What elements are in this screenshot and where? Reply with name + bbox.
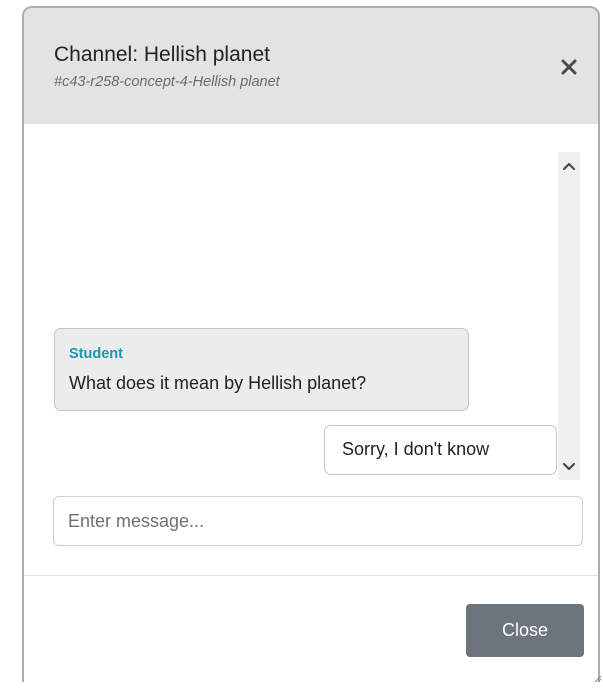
resize-handle-icon[interactable] xyxy=(592,670,602,683)
message-sender: Student xyxy=(69,346,123,362)
dialog-title: Channel: Hellish planet xyxy=(54,43,270,66)
message-bubble-incoming: Student What does it mean by Hellish pla… xyxy=(54,328,469,411)
message-text: What does it mean by Hellish planet? xyxy=(69,373,367,393)
close-icon[interactable] xyxy=(554,52,584,82)
message-input[interactable] xyxy=(53,496,583,546)
dialog-header: Channel: Hellish planet #c43-r258-concep… xyxy=(24,8,598,124)
footer-divider xyxy=(24,575,598,576)
chevron-down-icon[interactable] xyxy=(558,456,580,476)
chevron-up-icon[interactable] xyxy=(558,156,580,176)
close-button[interactable]: Close xyxy=(466,604,584,657)
message-text: Sorry, I don't know xyxy=(342,439,490,459)
chat-dialog: Channel: Hellish planet #c43-r258-concep… xyxy=(22,6,600,682)
message-bubble-outgoing: Sorry, I don't know xyxy=(324,425,557,475)
message-list[interactable]: Student What does it mean by Hellish pla… xyxy=(52,150,588,480)
channel-id: #c43-r258-concept-4-Hellish planet xyxy=(54,74,280,90)
message-list-scrollbar[interactable] xyxy=(558,152,580,480)
